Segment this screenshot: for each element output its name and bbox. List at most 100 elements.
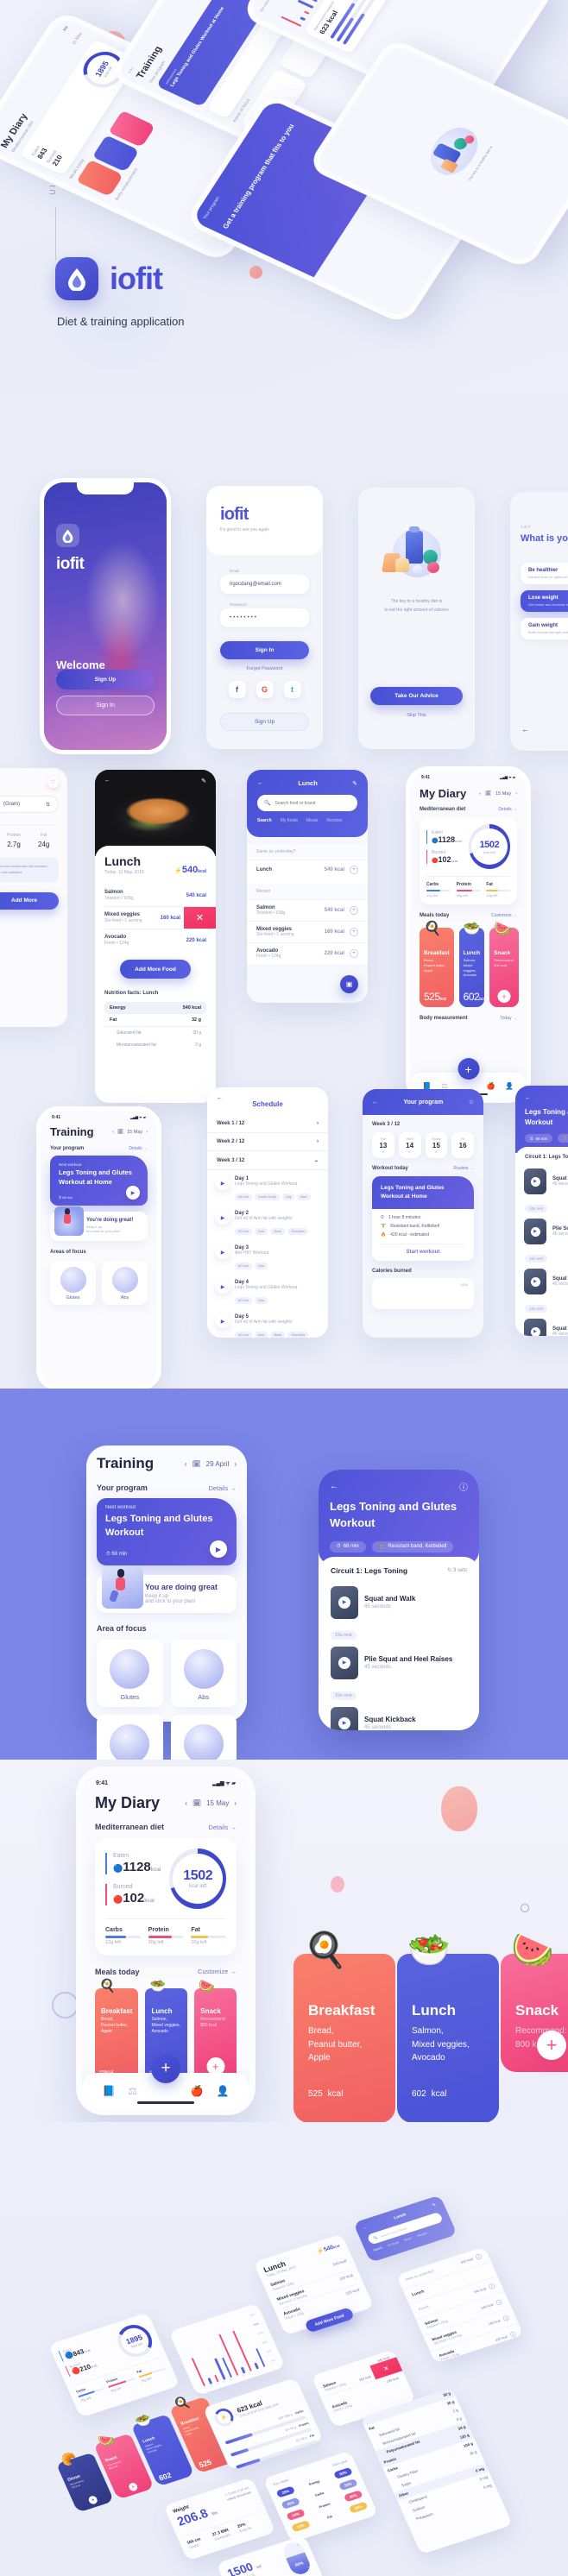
schedule-day-row[interactable]: ▶ Day 4 Legs Toning and Glutes Workout 6…	[207, 1274, 328, 1308]
play-icon[interactable]: ▶	[338, 1596, 350, 1609]
play-icon[interactable]: ▶	[216, 1211, 230, 1225]
add-snack-button[interactable]: +	[497, 990, 511, 1003]
day-chip[interactable]: Wed 14 ✓	[398, 1132, 421, 1158]
details-link[interactable]: Details →	[498, 807, 517, 812]
tab-my-foods[interactable]: My foods	[387, 2240, 400, 2247]
info-icon[interactable]: ⓘ	[459, 1480, 468, 1493]
back-icon[interactable]: ←	[104, 778, 110, 784]
tab-my-foods[interactable]: My foods	[281, 818, 298, 823]
goal-option-healthier[interactable]: Be healthier Eat and train for optimum h…	[521, 563, 568, 584]
star-icon[interactable]: ☆	[469, 1099, 474, 1105]
meal-card-snack[interactable]: 🍉 Snack Recommend: 800 kcal +	[489, 922, 519, 1007]
details-link[interactable]: Details →	[129, 1146, 148, 1151]
meal-card-breakfast[interactable]: 🍳 Breakfast Bread, Peanut butter, Apple …	[420, 922, 454, 1007]
search-result-row[interactable]: Avocado Fresh • 124g 220 kcal +	[247, 942, 368, 964]
focus-abs[interactable]: Abs	[102, 1261, 148, 1305]
back-icon[interactable]: ←	[330, 1482, 338, 1491]
focus-glutes[interactable]: Glutes	[97, 1640, 163, 1707]
play-icon[interactable]: ▶	[338, 1716, 350, 1729]
play-icon[interactable]: ▶	[338, 1656, 350, 1669]
start-workout-link[interactable]: Start workout	[381, 1243, 465, 1255]
meal-card-breakfast[interactable]: 🍳 Breakfast Bread, Peanut butter, Apple …	[95, 1979, 139, 2082]
big-meal-card-breakfast[interactable]: 🍳 Breakfast Bread, Peanut butter, Apple …	[293, 1931, 395, 2123]
play-icon[interactable]: ▶	[530, 1176, 540, 1187]
schedule-day-row[interactable]: ▶ Day 1 Legs Toning and Glutes Workout 6…	[207, 1170, 328, 1205]
next-date-icon[interactable]: ›	[234, 1460, 237, 1468]
exercise-row[interactable]: ▶ Plie Squat and Heel Raises 45 seconds	[515, 1214, 568, 1249]
prev-date-icon[interactable]: ‹	[185, 1460, 187, 1468]
add-icon[interactable]: +	[350, 906, 358, 915]
tab-profile-icon[interactable]: 👤	[217, 2085, 230, 2097]
add-icon[interactable]: +	[488, 2283, 496, 2290]
next-date-icon[interactable]: ›	[234, 1799, 237, 1807]
add-icon[interactable]: +	[350, 928, 358, 936]
add-icon[interactable]: +	[127, 2481, 139, 2492]
day-chip[interactable]: Tue 13 ✓	[372, 1132, 394, 1158]
play-icon[interactable]: ▶	[216, 1176, 230, 1190]
lunch-item-row[interactable]: Salmon Toasted • 100g 540 kcal	[104, 885, 206, 907]
schedule-day-row[interactable]: ▶ Day 2 Get rid of Arm fat with weights …	[207, 1205, 328, 1239]
goal-option-gain-weight[interactable]: Gain weight Build muscle strength and ma…	[521, 618, 568, 639]
take-advice-button[interactable]: Take Our Advice	[370, 687, 463, 705]
week-row-2[interactable]: Week 2 / 12 ›	[207, 1133, 328, 1151]
prev-date-icon[interactable]: ‹	[112, 1130, 114, 1135]
search-input[interactable]	[275, 800, 350, 806]
customize-link[interactable]: Customize →	[491, 913, 517, 918]
add-icon[interactable]: +	[87, 2495, 99, 2505]
focus-abs[interactable]: Abs	[170, 1640, 237, 1707]
water-gauge[interactable]: 60% + −	[280, 2540, 313, 2576]
tab-meals[interactable]: Meals	[306, 818, 318, 823]
week-row-3[interactable]: Week 3 / 12 ⌄	[207, 1151, 328, 1170]
edit-icon[interactable]: ✎	[432, 2202, 437, 2208]
facebook-icon[interactable]: f	[228, 681, 246, 698]
login-sign-up-button[interactable]: Sign Up	[220, 713, 309, 731]
add-snack-button[interactable]: +	[537, 2031, 566, 2060]
back-icon[interactable]: ←	[363, 2225, 369, 2231]
next-date-icon[interactable]: ›	[515, 791, 517, 797]
play-icon[interactable]: ▶	[210, 1540, 227, 1558]
schedule-day-row[interactable]: ▶ Day 5 Get rid of Arm fat with weights …	[207, 1308, 328, 1338]
lunch-item-row[interactable]: Avocado Fresh • 124g 220 kcal	[104, 929, 206, 951]
search-result-row[interactable]: Lunch 540 kcal +	[247, 860, 368, 879]
delete-icon[interactable]: ✕	[184, 907, 216, 929]
tab-meals[interactable]: Meals	[404, 2237, 413, 2242]
details-link[interactable]: Details →	[208, 1823, 237, 1831]
play-icon[interactable]: ▶	[126, 1186, 140, 1200]
tab-profile-icon[interactable]: 👤	[505, 1082, 514, 1090]
tab-apple-icon[interactable]: 🍎	[487, 1082, 495, 1090]
lunch-item-row-swiped[interactable]: Mixed veggies Stir-fried • 1 serving 160…	[104, 907, 216, 929]
tab-recipes[interactable]: Recipes	[326, 818, 342, 823]
search-result-row[interactable]: Salmon Toasted • 100g 540 kcal +	[247, 899, 368, 921]
play-icon[interactable]: ▶	[530, 1276, 540, 1287]
back-icon[interactable]: ←	[525, 1095, 531, 1101]
exercise-row[interactable]: ▶ Squat Kickback 45 seconds	[319, 1702, 479, 1730]
customize-link[interactable]: Customize →	[198, 1968, 237, 1975]
play-icon[interactable]: ▶	[216, 1280, 230, 1294]
sign-up-button[interactable]: Sign Up	[56, 670, 155, 690]
unit-select[interactable]: (Gram) ⇅	[0, 796, 59, 813]
google-icon[interactable]: G	[256, 681, 274, 698]
barcode-scan-icon[interactable]: ▣	[340, 975, 358, 993]
add-icon[interactable]: +	[502, 2314, 510, 2322]
skip-this-link[interactable]: Skip This	[370, 713, 463, 718]
tab-diary-icon[interactable]: 📘	[102, 2085, 115, 2097]
routine-link[interactable]: Routine →	[453, 1166, 474, 1171]
goal-option-lose-weight[interactable]: Lose weight Get leaner and increase ener…	[521, 590, 568, 612]
add-more-food-button[interactable]: Add More Food	[120, 960, 191, 979]
edit-icon[interactable]: ✎	[352, 780, 357, 787]
play-icon[interactable]: ▶	[530, 1326, 540, 1336]
tab-apple-icon[interactable]: 🍎	[191, 2085, 204, 2097]
next-date-icon[interactable]: ›	[146, 1130, 148, 1135]
play-icon[interactable]: ▶	[530, 1226, 540, 1237]
password-input[interactable]: ••••••••	[220, 608, 309, 627]
twitter-icon[interactable]: t	[283, 681, 301, 698]
edit-icon[interactable]: ✎	[201, 778, 206, 784]
forgot-password-link[interactable]: Forgot Password	[220, 666, 309, 671]
back-icon[interactable]: ←	[372, 1099, 378, 1105]
next-workout-card[interactable]: Next workout Legs Toning and Glutes Work…	[97, 1498, 237, 1565]
tab-search[interactable]: Search	[373, 2246, 383, 2252]
exercise-row[interactable]: ▶ Squat Kickback 45 seconds	[515, 1264, 568, 1299]
add-more-button[interactable]: Add More	[0, 891, 59, 910]
add-icon[interactable]: +	[474, 2252, 483, 2261]
exercise-row[interactable]: ▶ Squat and Walk 45 seconds	[515, 1164, 568, 1199]
